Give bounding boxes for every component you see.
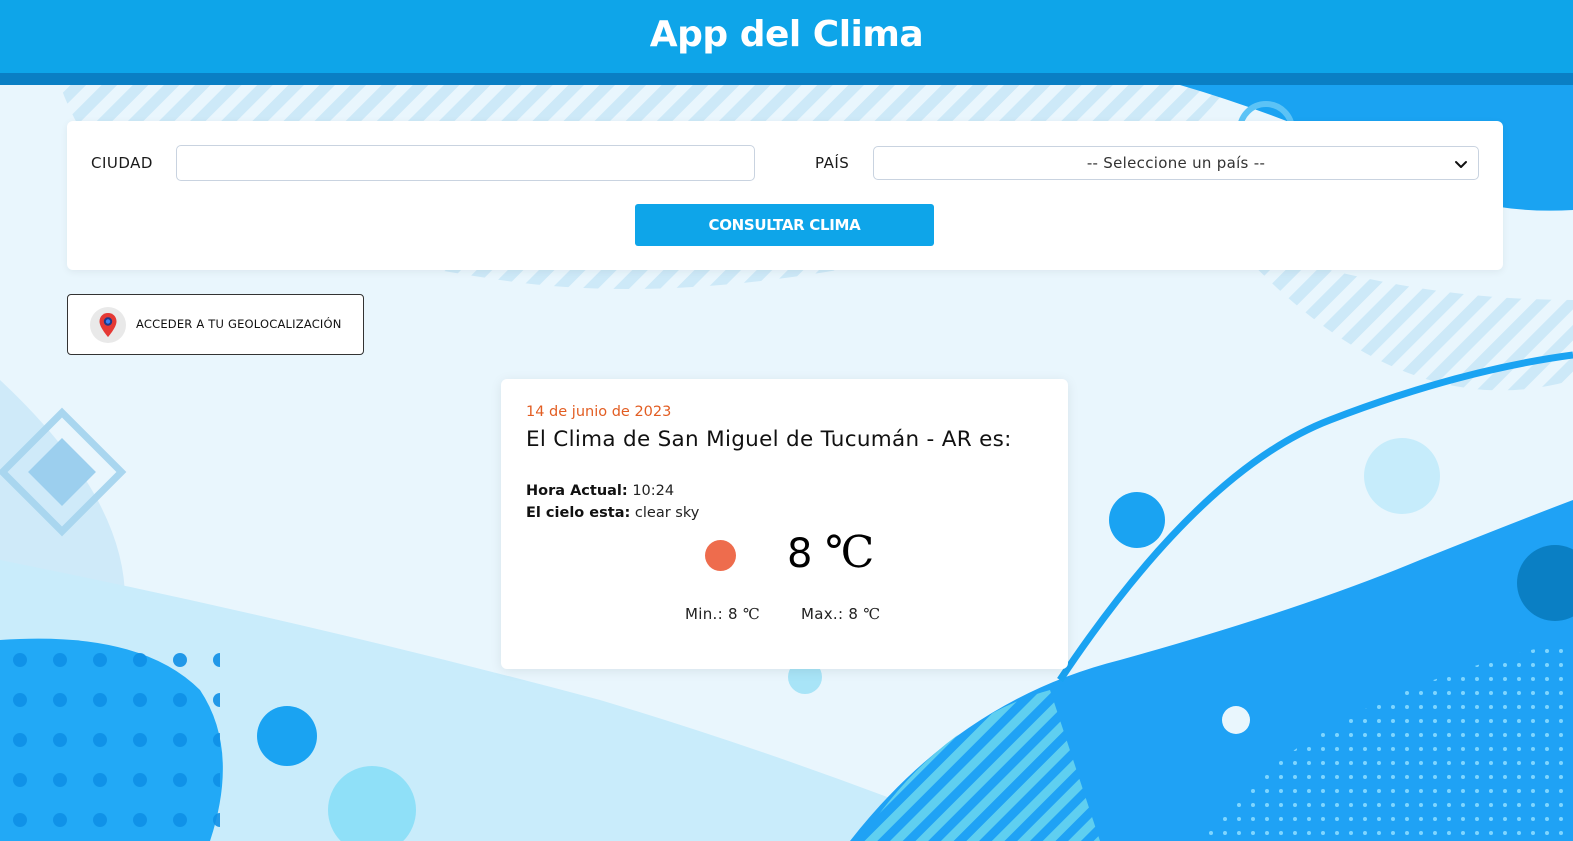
temperature-unit: ℃ [825, 527, 875, 578]
weather-card: 14 de junio de 2023 El Clima de San Migu… [501, 379, 1068, 669]
geolocation-label: ACCEDER A TU GEOLOCALIZACIÓN [136, 317, 342, 331]
city-label: CIUDAD [91, 154, 153, 172]
temperature: 8 ℃ [787, 527, 874, 578]
consult-weather-button[interactable]: CONSULTAR CLIMA [635, 204, 934, 246]
country-label: PAÍS [815, 154, 850, 172]
min-temperature: Min.: 8 ℃ [685, 605, 760, 623]
weather-date: 14 de junio de 2023 [526, 404, 672, 420]
geolocation-button[interactable]: ACCEDER A TU GEOLOCALIZACIÓN [67, 294, 364, 355]
sun-icon [705, 540, 736, 571]
current-time-value: 10:24 [632, 483, 675, 499]
sky-value: clear sky [634, 505, 700, 521]
max-temperature-unit: ℃ [863, 605, 881, 623]
max-temperature: Max.: 8 ℃ [801, 605, 880, 623]
chevron-down-icon [1455, 161, 1467, 168]
country-select[interactable]: -- Seleccione un país -- [873, 146, 1479, 180]
temperature-value: 8 [787, 531, 813, 577]
geolocation-icon-badge [90, 307, 126, 343]
map-pin-icon [99, 313, 117, 337]
current-time-row: Hora Actual: 10:24 [526, 483, 674, 499]
city-input[interactable] [176, 145, 755, 181]
weather-title: El Clima de San Miguel de Tucumán - AR e… [526, 427, 1012, 452]
min-temperature-unit: ℃ [742, 605, 761, 623]
country-select-value: -- Seleccione un país -- [1086, 154, 1266, 172]
app-title: App del Clima [649, 14, 924, 55]
sky-label: El cielo esta: [526, 505, 631, 521]
current-time-label: Hora Actual: [526, 483, 628, 499]
search-panel: CIUDAD PAÍS -- Seleccione un país -- CON… [67, 121, 1503, 270]
sky-row: El cielo esta: clear sky [526, 505, 699, 521]
min-temperature-value: Min.: 8 [685, 605, 738, 623]
max-temperature-value: Max.: 8 [801, 605, 859, 623]
app-header: App del Clima [0, 0, 1573, 85]
